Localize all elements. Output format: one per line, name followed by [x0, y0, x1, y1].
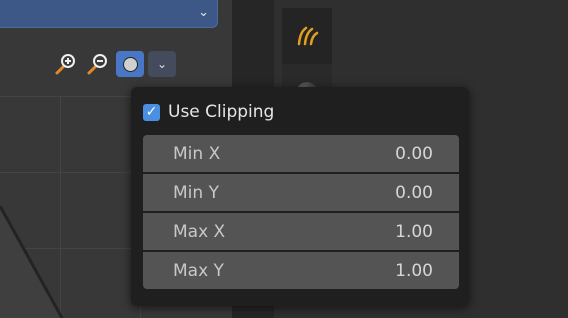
checkmark-icon: ✓ — [145, 104, 158, 120]
min-y-label: Min Y — [173, 182, 219, 203]
use-clipping-toggle[interactable]: ✓ Use Clipping — [143, 99, 274, 125]
max-x-field[interactable]: Max X 1.00 — [143, 213, 459, 250]
zoom-region-icon — [122, 56, 138, 72]
top-dropdown[interactable]: ⌄ — [0, 0, 218, 28]
zoom-region-toggle[interactable] — [116, 51, 144, 77]
use-clipping-checkbox[interactable]: ✓ — [143, 103, 160, 121]
max-y-label: Max Y — [173, 260, 224, 281]
editor-region: ⌄ ⌄ ✓ Use Clipping Min X 0.00 Min Y 0.00… — [0, 0, 568, 318]
min-y-field[interactable]: Min Y 0.00 — [143, 174, 459, 211]
min-x-field[interactable]: Min X 0.00 — [143, 135, 459, 172]
min-x-value: 0.00 — [395, 143, 433, 164]
min-x-label: Min X — [173, 143, 221, 164]
max-y-field[interactable]: Max Y 1.00 — [143, 252, 459, 289]
zoom-in-icon[interactable] — [52, 51, 80, 77]
curve-tab-icon — [297, 26, 319, 46]
max-x-value: 1.00 — [395, 221, 433, 242]
clipping-popover: ✓ Use Clipping Min X 0.00 Min Y 0.00 Max… — [131, 87, 469, 306]
zoom-out-icon[interactable] — [84, 51, 112, 77]
use-clipping-label: Use Clipping — [168, 102, 275, 122]
curve-tab[interactable] — [282, 8, 332, 64]
zoom-toolbar: ⌄ — [52, 50, 176, 78]
max-y-value: 1.00 — [395, 260, 433, 281]
clipping-fields: Min X 0.00 Min Y 0.00 Max X 1.00 Max Y 1… — [143, 135, 459, 289]
max-x-label: Max X — [173, 221, 226, 242]
chevron-down-icon: ⌄ — [156, 57, 168, 71]
min-y-value: 0.00 — [395, 182, 433, 203]
clipping-dropdown-button[interactable]: ⌄ — [148, 51, 176, 77]
chevron-down-icon: ⌄ — [198, 5, 209, 20]
